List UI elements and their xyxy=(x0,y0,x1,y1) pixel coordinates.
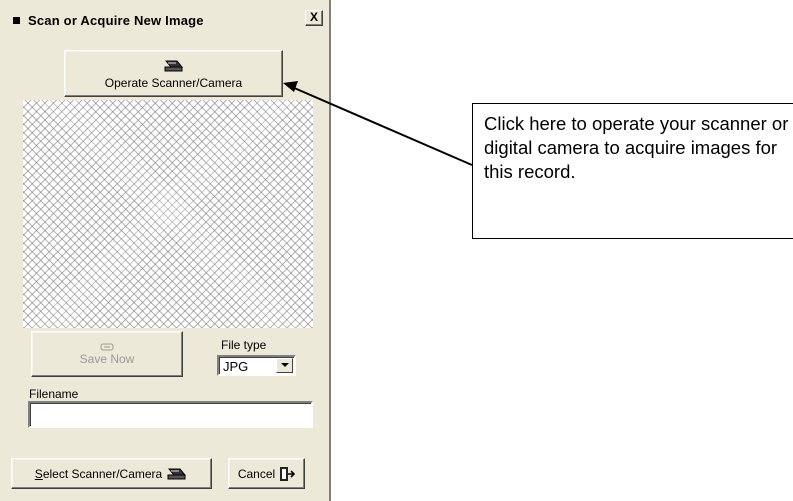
callout-arrow xyxy=(283,81,473,166)
